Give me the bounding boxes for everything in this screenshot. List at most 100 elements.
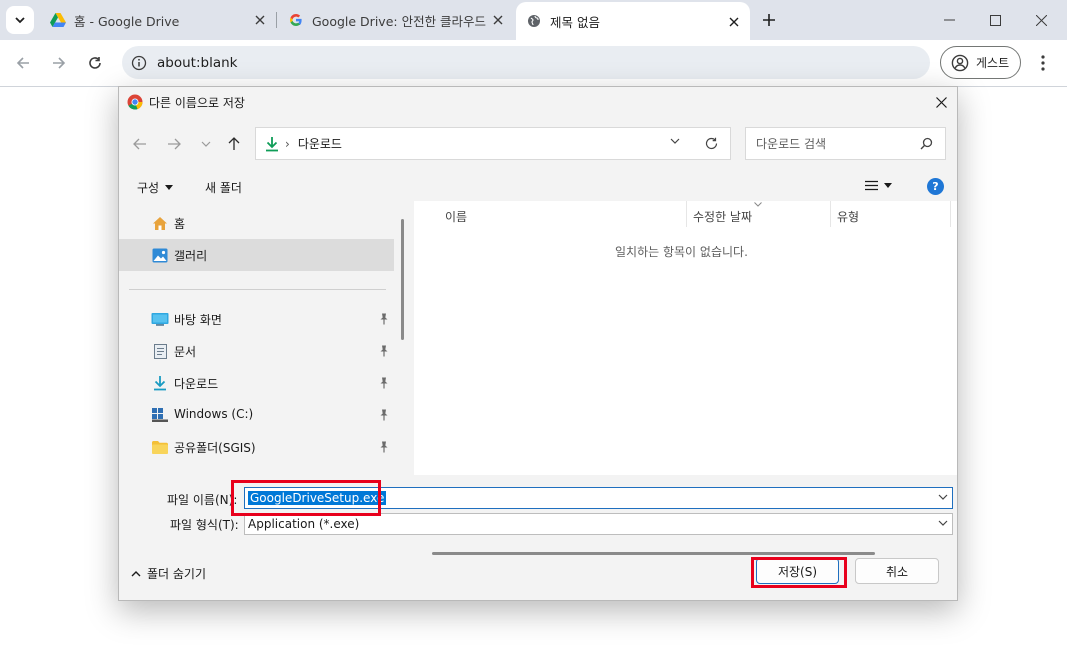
profile-button[interactable]: 게스트 — [940, 46, 1021, 79]
back-button[interactable] — [10, 50, 36, 76]
nav-item-label: 다운로드 — [174, 377, 219, 391]
column-separator[interactable] — [950, 201, 951, 227]
minimize-icon — [943, 19, 955, 21]
home-icon — [152, 215, 168, 231]
nav-item-home[interactable]: 홈 — [119, 207, 394, 239]
column-header-name[interactable]: 이름 — [445, 208, 467, 225]
close-icon — [935, 96, 947, 108]
arrow-left-icon — [16, 57, 29, 69]
chevron-down-icon[interactable] — [938, 494, 948, 500]
organize-button[interactable]: 구성 — [137, 179, 174, 196]
tab-separator — [276, 12, 277, 28]
nav-item-downloads[interactable]: 다운로드 — [119, 367, 394, 399]
tab-close-icon[interactable] — [252, 12, 268, 28]
nav-item-windows-c[interactable]: Windows (C:) — [119, 399, 394, 431]
filename-label: 파일 이름(N): — [167, 493, 238, 507]
folder-search-input[interactable]: 다운로드 검색 — [745, 127, 946, 160]
globe-icon — [526, 13, 542, 29]
nav-pane-scrollbar[interactable] — [401, 219, 404, 340]
tab-title: Google Drive: 안전한 클라우드 — [312, 13, 487, 29]
filename-highlight-box — [231, 480, 381, 516]
breadcrumb-chevron-icon: › — [285, 136, 290, 151]
chevron-down-icon[interactable] — [670, 138, 680, 144]
nav-item-desktop[interactable]: 바탕 화면 — [119, 303, 394, 335]
profile-label: 게스트 — [976, 56, 1010, 70]
dialog-close-button[interactable] — [931, 92, 951, 112]
profile-icon — [951, 54, 969, 71]
minimize-button[interactable] — [926, 0, 972, 40]
nav-item-label: 바탕 화면 — [174, 313, 222, 327]
documents-icon — [152, 343, 168, 359]
maximize-icon — [989, 14, 1001, 26]
maximize-button[interactable] — [972, 0, 1018, 40]
help-icon[interactable]: ? — [927, 178, 944, 195]
recent-locations-button[interactable] — [195, 133, 217, 155]
address-bar[interactable]: about:blank — [122, 46, 930, 79]
arrow-right-icon — [168, 138, 181, 150]
column-header-type[interactable]: 유형 — [837, 208, 859, 225]
arrow-up-icon — [228, 137, 240, 150]
new-tab-button[interactable] — [758, 9, 780, 31]
pin-icon[interactable] — [379, 313, 389, 325]
address-url: about:blank — [157, 54, 238, 71]
save-button-highlight-box — [751, 557, 847, 588]
google-drive-icon — [50, 12, 66, 28]
file-list-pane: 이름 수정한 날짜 유형 일치하는 항목이 없습니다. — [414, 201, 957, 555]
tab-close-icon[interactable] — [726, 14, 742, 30]
breadcrumb-downloads[interactable]: 다운로드 — [298, 135, 342, 152]
pin-icon[interactable] — [379, 441, 389, 453]
pin-icon[interactable] — [379, 409, 389, 421]
tab-untitled[interactable]: 제목 없음 — [516, 2, 750, 40]
arrow-right-icon — [53, 57, 66, 69]
refresh-icon[interactable] — [705, 137, 718, 150]
dialog-forward-button[interactable] — [163, 133, 185, 155]
nav-item-gallery[interactable]: 갤러리 — [119, 239, 394, 271]
tab-title: 제목 없음 — [550, 14, 600, 30]
kebab-menu-icon — [1041, 55, 1045, 71]
chevron-down-icon — [201, 141, 211, 147]
pin-icon[interactable] — [379, 345, 389, 357]
navigation-pane: 홈 갤러리 바탕 화면 문서 다운로드 Windows (C:) 공유폴더(SG… — [119, 201, 411, 475]
change-view-button[interactable] — [865, 180, 892, 191]
file-list-horizontal-scrollbar[interactable] — [432, 552, 875, 555]
new-folder-button[interactable]: 새 폴더 — [205, 179, 242, 196]
column-separator[interactable] — [686, 201, 687, 227]
chevron-down-icon — [938, 520, 948, 526]
nav-item-label: Windows (C:) — [174, 407, 254, 421]
arrow-left-icon — [133, 138, 146, 150]
caret-down-icon — [165, 185, 174, 190]
download-icon — [266, 136, 278, 151]
folder-path-bar[interactable]: › 다운로드 — [255, 127, 731, 160]
filetype-label: 파일 형식(T): — [170, 518, 239, 532]
browser-toolbar: about:blank 게스트 — [0, 40, 1067, 86]
list-view-icon — [865, 180, 878, 191]
browser-menu-button[interactable] — [1032, 50, 1054, 76]
dialog-title: 다른 이름으로 저장 — [149, 95, 245, 110]
column-header-date-modified[interactable]: 수정한 날짜 — [693, 208, 752, 225]
close-window-button[interactable] — [1018, 0, 1064, 40]
drive-icon — [152, 407, 168, 423]
pin-icon[interactable] — [379, 377, 389, 389]
nav-item-shared-folder[interactable]: 공유폴더(SGIS) — [119, 431, 394, 463]
chevron-up-icon — [131, 570, 141, 576]
tab-search-button[interactable] — [6, 6, 34, 34]
tab-google-drive-info[interactable]: Google Drive: 안전한 클라우드 — [278, 0, 514, 40]
forward-button[interactable] — [46, 50, 72, 76]
empty-folder-message: 일치하는 항목이 없습니다. — [615, 245, 748, 259]
tab-strip: 홈 - Google Drive Google Drive: 안전한 클라우드 … — [0, 0, 1067, 40]
filetype-select[interactable]: Application (*.exe) — [244, 513, 953, 535]
tab-close-icon[interactable] — [490, 12, 506, 28]
nav-divider — [129, 289, 386, 290]
folder-icon — [152, 439, 168, 455]
cancel-button[interactable]: 취소 — [855, 558, 939, 584]
save-as-dialog: 다른 이름으로 저장 › 다운로드 다운로드 검색 구성 새 폴더 ? 홈 갤러… — [118, 86, 958, 601]
nav-item-documents[interactable]: 문서 — [119, 335, 394, 367]
tab-google-drive-home[interactable]: 홈 - Google Drive — [40, 0, 276, 40]
search-icon — [920, 137, 933, 150]
dialog-back-button[interactable] — [129, 133, 151, 155]
up-folder-button[interactable] — [223, 133, 245, 155]
hide-folders-toggle[interactable]: 폴더 숨기기 — [131, 565, 206, 582]
tab-title: 홈 - Google Drive — [74, 13, 180, 29]
column-separator[interactable] — [830, 201, 831, 227]
reload-button[interactable] — [82, 50, 108, 76]
